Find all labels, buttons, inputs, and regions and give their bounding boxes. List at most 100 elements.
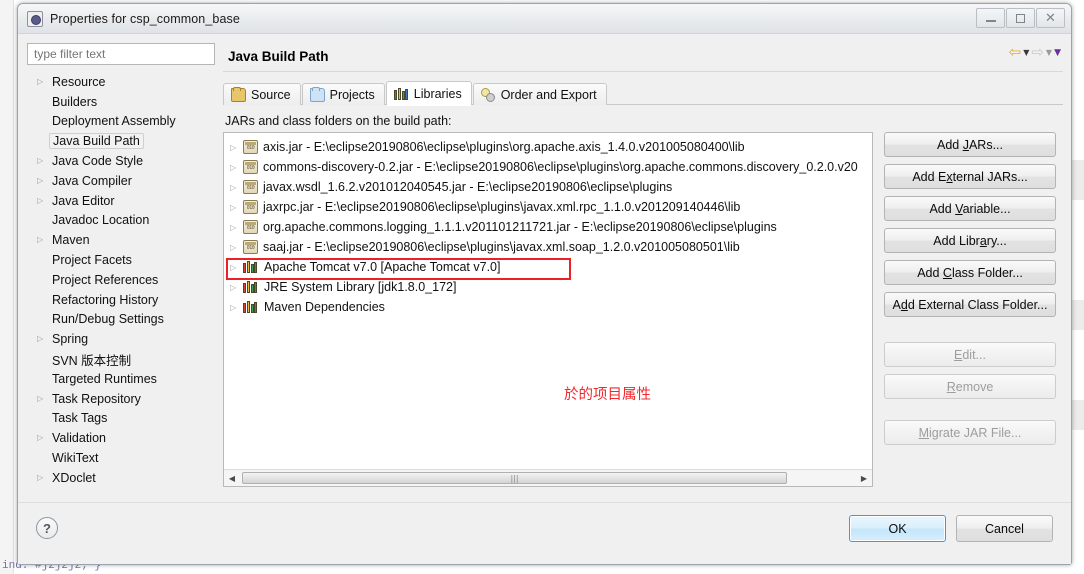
tab-label: Source xyxy=(251,87,291,102)
sidebar-item-deployment-assembly[interactable]: Deployment Assembly xyxy=(27,112,217,132)
tab-libraries[interactable]: Libraries xyxy=(385,81,472,106)
sidebar-item-refactoring-history[interactable]: Refactoring History xyxy=(27,290,217,310)
jars-horizontal-scrollbar[interactable]: ◀ ▶ xyxy=(224,469,872,486)
sidebar-item-java-compiler[interactable]: ▷ Java Compiler xyxy=(27,171,217,191)
footer-buttons: OK Cancel xyxy=(849,515,1053,542)
chevron-right-icon[interactable]: ▷ xyxy=(37,236,49,244)
chevron-right-icon[interactable]: ▷ xyxy=(37,394,49,403)
sidebar-item-label: Java Compiler xyxy=(52,173,132,188)
scroll-right-icon[interactable]: ▶ xyxy=(856,474,872,483)
sidebar-item-task-repository[interactable]: ▷ Task Repository xyxy=(27,389,217,409)
button-label: Add JARs... xyxy=(936,137,1003,152)
add-jars-button[interactable]: Add JARs... xyxy=(884,132,1056,157)
tab-order-and-export[interactable]: Order and Export xyxy=(472,83,607,105)
jar-entry-text: Apache Tomcat v7.0 [Apache Tomcat v7.0] xyxy=(264,260,501,274)
jar-entry-text: jaxrpc.jar - E:\eclipse20190806\eclipse\… xyxy=(263,200,741,214)
add-external-jars-button[interactable]: Add External JARs... xyxy=(884,164,1056,189)
sidebar-item-java-code-style[interactable]: ▷ Java Code Style xyxy=(27,151,217,171)
close-icon[interactable]: ✕ xyxy=(1036,8,1065,28)
jar-list-item[interactable]: ▷ javax.wsdl_1.6.2.v201012040545.jar - E:… xyxy=(224,177,872,197)
settings-nav-pane: ▷ResourceBuildersDeployment AssemblyJava… xyxy=(27,43,217,502)
tab-projects[interactable]: Projects xyxy=(301,83,385,105)
hscroll-track[interactable] xyxy=(240,471,856,485)
chevron-right-icon[interactable]: ▷ xyxy=(37,157,49,165)
chevron-right-icon[interactable]: ▷ xyxy=(230,223,243,232)
chevron-right-icon[interactable]: ▷ xyxy=(230,263,243,272)
jar-entry-text: Maven Dependencies xyxy=(264,300,385,314)
chevron-right-icon[interactable]: ▷ xyxy=(37,434,49,442)
hscroll-thumb[interactable] xyxy=(242,472,787,484)
sidebar-item-run-debug-settings[interactable]: Run/Debug Settings xyxy=(27,310,217,330)
ok-button[interactable]: OK xyxy=(849,515,946,542)
chevron-right-icon[interactable]: ▷ xyxy=(37,335,49,343)
view-menu-chevron-down-icon[interactable]: ▼ xyxy=(1054,48,1061,58)
chevron-right-icon[interactable]: ▷ xyxy=(37,196,49,205)
add-library-button[interactable]: Add Library... xyxy=(884,228,1056,253)
jar-list-item[interactable]: ▷ saaj.jar - E:\eclipse20190806\eclipse\p… xyxy=(224,237,872,257)
sidebar-item-xdoclet[interactable]: ▷ XDoclet xyxy=(27,468,217,488)
jar-list-item[interactable]: ▷ commons-discovery-0.2.jar - E:\eclipse2… xyxy=(224,157,872,177)
sidebar-item-task-tags[interactable]: Task Tags xyxy=(27,409,217,429)
migrate-jar-file-button: Migrate JAR File... xyxy=(884,420,1056,445)
tab-label: Libraries xyxy=(413,86,462,101)
back-history-chevron-down-icon[interactable]: ▼ xyxy=(1023,48,1029,57)
sidebar-item-project-references[interactable]: Project References xyxy=(27,270,217,290)
sidebar-item-svn[interactable]: SVN 版本控制 xyxy=(27,349,217,369)
chevron-right-icon[interactable]: ▷ xyxy=(230,143,243,152)
library-icon xyxy=(243,280,259,294)
chevron-right-icon[interactable]: ▷ xyxy=(230,163,243,172)
sidebar-item-project-facets[interactable]: Project Facets xyxy=(27,250,217,270)
sidebar-item-maven[interactable]: ▷ Maven xyxy=(27,230,217,250)
add-class-folder-button[interactable]: Add Class Folder... xyxy=(884,260,1056,285)
sidebar-item-spring[interactable]: ▷ Spring xyxy=(27,329,217,349)
add-external-class-folder-button[interactable]: Add External Class Folder... xyxy=(884,292,1056,317)
jar-list-item[interactable]: ▷ JRE System Library [jdk1.8.0_172] xyxy=(224,277,872,297)
sidebar-item-label: Javadoc Location xyxy=(52,213,150,228)
editor-gutter xyxy=(0,0,14,574)
dialog-titlebar[interactable]: Properties for csp_common_base ✕ xyxy=(18,4,1071,34)
button-label: Add External JARs... xyxy=(912,169,1028,184)
forward-arrow-icon[interactable]: ⇨ xyxy=(1031,45,1044,60)
forward-history-chevron-down-icon[interactable]: ▼ xyxy=(1046,48,1052,57)
add-variable-button[interactable]: Add Variable... xyxy=(884,196,1056,221)
cancel-button[interactable]: Cancel xyxy=(956,515,1053,542)
sidebar-item-label: Spring xyxy=(52,332,89,347)
sidebar-item-resource[interactable]: ▷ Resource xyxy=(27,72,217,92)
page-content-pane: Java Build Path ⇦ ▼ ⇨ ▼ ▼ Source Projects… xyxy=(223,42,1063,500)
sidebar-item-wikitext[interactable]: WikiText xyxy=(27,448,217,468)
jar-list-item[interactable]: ▷ jaxrpc.jar - E:\eclipse20190806\eclipse… xyxy=(224,197,872,217)
sidebar-item-builders[interactable]: Builders xyxy=(27,92,217,112)
sidebar-item-java-editor[interactable]: ▷ Java Editor xyxy=(27,191,217,211)
sidebar-item-validation[interactable]: ▷ Validation xyxy=(27,428,217,448)
sidebar-item-javadoc-location[interactable]: Javadoc Location xyxy=(27,211,217,231)
button-label: Add External Class Folder... xyxy=(892,297,1048,312)
filter-input[interactable] xyxy=(27,43,215,65)
chevron-right-icon[interactable]: ▷ xyxy=(230,303,243,312)
chevron-right-icon[interactable]: ▷ xyxy=(230,243,243,252)
minimize-icon[interactable] xyxy=(976,8,1005,28)
jar-list-item[interactable]: ▷ org.apache.commons.logging_1.1.1.v20110… xyxy=(224,217,872,237)
chevron-right-icon[interactable]: ▷ xyxy=(37,176,49,185)
chevron-right-icon[interactable]: ▷ xyxy=(230,183,243,192)
jars-listbox[interactable]: ▷ axis.jar - E:\eclipse20190806\eclipse\p… xyxy=(223,132,873,487)
tab-source[interactable]: Source xyxy=(223,83,301,105)
sidebar-item-label: Targeted Runtimes xyxy=(52,371,157,386)
jar-list-item[interactable]: ▷ axis.jar - E:\eclipse20190806\eclipse\p… xyxy=(224,137,872,157)
sidebar-item-java-build-path[interactable]: Java Build Path xyxy=(27,131,217,151)
jar-list-item[interactable]: ▷ Maven Dependencies xyxy=(224,297,872,317)
jar-list-item[interactable]: ▷ Apache Tomcat v7.0 [Apache Tomcat v7.0] xyxy=(224,257,872,277)
sidebar-item-targeted-runtimes[interactable]: Targeted Runtimes xyxy=(27,369,217,389)
jar-entry-text: org.apache.commons.logging_1.1.1.v201101… xyxy=(263,220,777,234)
chevron-right-icon[interactable]: ▷ xyxy=(230,203,243,212)
chevron-right-icon[interactable]: ▷ xyxy=(37,473,49,482)
sidebar-item-label: Maven xyxy=(52,233,90,248)
chevron-right-icon[interactable]: ▷ xyxy=(230,283,243,292)
scroll-left-icon[interactable]: ◀ xyxy=(224,474,240,483)
chevron-right-icon[interactable]: ▷ xyxy=(37,77,49,86)
red-annotation-text: 於的项目属性 xyxy=(564,387,651,403)
back-arrow-icon[interactable]: ⇦ xyxy=(1009,45,1022,60)
sidebar-item-label: Project Facets xyxy=(52,253,132,268)
help-icon[interactable]: ? xyxy=(36,517,58,539)
maximize-icon[interactable] xyxy=(1006,8,1035,28)
jar-entry-text: commons-discovery-0.2.jar - E:\eclipse20… xyxy=(263,160,858,174)
